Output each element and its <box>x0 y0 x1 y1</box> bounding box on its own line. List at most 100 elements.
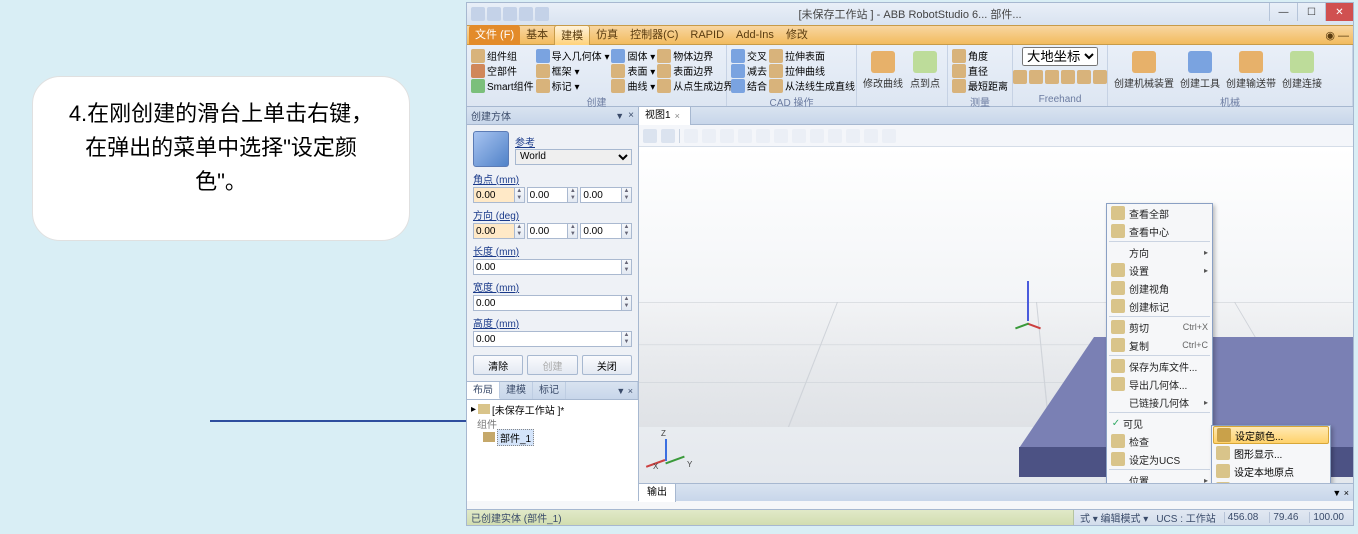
orient-y-input[interactable] <box>528 224 568 238</box>
create-button[interactable]: 创建 <box>527 355 577 375</box>
freehand-icon[interactable] <box>1077 70 1091 84</box>
orient-x-input[interactable] <box>474 224 514 238</box>
file-tab[interactable]: 文件 (F) <box>469 25 520 45</box>
tab-addins[interactable]: Add-Ins <box>730 25 780 45</box>
btn-smart-component[interactable]: Smart组件 <box>471 78 534 93</box>
btn-surface-edge[interactable]: 表面边界 <box>657 63 733 78</box>
btn-body-edge[interactable]: 物体边界 <box>657 48 733 63</box>
btn-intersect[interactable]: 交叉 <box>731 48 767 63</box>
qat-icon[interactable] <box>487 7 501 21</box>
submenu-item[interactable]: 设定颜色... <box>1213 426 1329 444</box>
freehand-icon[interactable] <box>1093 70 1107 84</box>
ctx-item[interactable]: 导出几何体... <box>1107 375 1212 393</box>
ctx-item[interactable]: 创建标记 <box>1107 297 1212 315</box>
btn-create-conveyor[interactable]: 创建输送带 <box>1224 47 1278 93</box>
length-input[interactable] <box>474 260 621 274</box>
btn-subtract[interactable]: 减去 <box>731 63 767 78</box>
ribbon-help-icon[interactable]: ◉ — <box>1321 29 1353 42</box>
btn-curve[interactable]: 曲线 ▾ <box>611 78 655 93</box>
pane-dropdown-icon[interactable]: ▼ <box>615 111 624 121</box>
btn-modify-curve[interactable]: 修改曲线 <box>861 47 905 93</box>
submenu-item[interactable]: 删除CAD几何体 (G) <box>1212 480 1330 483</box>
btn-create-link[interactable]: 创建连接 <box>1280 47 1324 93</box>
height-input[interactable] <box>474 332 621 346</box>
view-tab-close-icon[interactable]: × <box>675 107 680 125</box>
btn-import-geom[interactable]: 导入几何体 ▾ <box>536 48 610 63</box>
minimize-button[interactable]: — <box>1269 3 1297 21</box>
close-button[interactable]: ✕ <box>1325 3 1353 21</box>
view-tool-icon[interactable] <box>661 129 675 143</box>
btn-frame[interactable]: 框架 ▾ <box>536 63 610 78</box>
corner-y-input[interactable] <box>528 188 568 202</box>
tab-layout[interactable]: 布局 <box>467 382 500 399</box>
ctx-item[interactable]: 位置▸ <box>1107 471 1212 483</box>
ctx-item[interactable]: 复制Ctrl+C <box>1107 336 1212 354</box>
width-input[interactable] <box>474 296 621 310</box>
tree-root[interactable]: [未保存工作站 ]* <box>492 402 564 417</box>
tree-dropdown-icon[interactable]: ▼ × <box>612 382 638 399</box>
ctx-item[interactable]: 设定为UCS <box>1107 450 1212 468</box>
btn-empty-part[interactable]: 空部件 <box>471 63 534 78</box>
view-tool-icon[interactable] <box>643 129 657 143</box>
btn-point-to-point[interactable]: 点到点 <box>907 47 943 93</box>
view-tool-icon[interactable] <box>756 129 770 143</box>
btn-line-from-normal[interactable]: 从法线生成直线 <box>769 78 855 93</box>
view-tool-icon[interactable] <box>720 129 734 143</box>
reference-select[interactable]: World <box>515 149 632 165</box>
tab-modeling-tree[interactable]: 建模 <box>500 382 533 399</box>
ctx-item[interactable]: 已链接几何体▸ <box>1107 393 1212 411</box>
freehand-icon[interactable] <box>1013 70 1027 84</box>
view-tool-icon[interactable] <box>792 129 806 143</box>
output-tab[interactable]: 输出 <box>639 484 676 502</box>
ctx-item[interactable]: 查看全部 <box>1107 204 1212 222</box>
qat-icon[interactable] <box>519 7 533 21</box>
view-tab[interactable]: 视图1× <box>639 107 691 125</box>
btn-create-mechanism[interactable]: 创建机械装置 <box>1112 47 1176 93</box>
orient-z-input[interactable] <box>581 224 621 238</box>
modify-submenu[interactable]: 设定颜色...图形显示...设定本地原点删除CAD几何体 (G)外观损坏删除内部… <box>1211 425 1331 483</box>
submenu-item[interactable]: 图形显示... <box>1212 444 1330 462</box>
3d-viewport[interactable]: Z Y X 查看全部查看中心方向▸设置▸创建视角创建标记剪切Ctrl+X复制Ct… <box>639 147 1353 483</box>
tree-body[interactable]: ▸[未保存工作站 ]* 组件 部件_1 <box>467 400 638 501</box>
qat-icon[interactable] <box>503 7 517 21</box>
corner-x-input[interactable] <box>474 188 514 202</box>
btn-min-dist[interactable]: 最短距离 <box>952 78 1008 93</box>
ctx-item[interactable]: 创建视角 <box>1107 279 1212 297</box>
btn-diameter[interactable]: 直径 <box>952 63 1008 78</box>
ctx-item[interactable]: 设置▸ <box>1107 261 1212 279</box>
btn-extrude-curve[interactable]: 拉伸曲线 <box>769 63 855 78</box>
context-menu[interactable]: 查看全部查看中心方向▸设置▸创建视角创建标记剪切Ctrl+X复制Ctrl+C保存… <box>1106 203 1213 483</box>
tab-rapid[interactable]: RAPID <box>684 25 730 45</box>
view-tool-icon[interactable] <box>774 129 788 143</box>
quick-access-toolbar[interactable] <box>471 7 549 21</box>
btn-tag[interactable]: 标记 ▾ <box>536 78 610 93</box>
ctx-item[interactable]: ✓可见 <box>1107 414 1212 432</box>
view-tool-icon[interactable] <box>810 129 824 143</box>
btn-union[interactable]: 结合 <box>731 78 767 93</box>
tab-tags[interactable]: 标记 <box>533 382 566 399</box>
freehand-icon[interactable] <box>1061 70 1075 84</box>
tab-controller[interactable]: 控制器(C) <box>624 25 684 45</box>
ctx-item[interactable]: 检查 <box>1107 432 1212 450</box>
btn-component-group[interactable]: 组件组 <box>471 48 534 63</box>
close-panel-button[interactable]: 关闭 <box>582 355 632 375</box>
tab-modify[interactable]: 修改 <box>780 25 814 45</box>
maximize-button[interactable]: ☐ <box>1297 3 1325 21</box>
tree-item-part[interactable]: 部件_1 <box>497 429 534 446</box>
view-tool-icon[interactable] <box>738 129 752 143</box>
clear-button[interactable]: 清除 <box>473 355 523 375</box>
freehand-icon[interactable] <box>1045 70 1059 84</box>
view-tool-icon[interactable] <box>846 129 860 143</box>
qat-icon[interactable] <box>535 7 549 21</box>
view-tool-icon[interactable] <box>828 129 842 143</box>
pane-close-icon[interactable]: × <box>628 110 634 121</box>
output-dropdown-icon[interactable]: ▼ × <box>1328 488 1353 498</box>
tab-basic[interactable]: 基本 <box>520 25 554 45</box>
ctx-item[interactable]: 方向▸ <box>1107 243 1212 261</box>
view-tool-icon[interactable] <box>864 129 878 143</box>
submenu-item[interactable]: 设定本地原点 <box>1212 462 1330 480</box>
status-mode[interactable]: 式 ▾ 编辑模式 ▾ <box>1080 510 1148 525</box>
btn-edge-from-pts[interactable]: 从点生成边界 <box>657 78 733 93</box>
coord-select[interactable]: 大地坐标 <box>1022 47 1098 66</box>
btn-extrude-surf[interactable]: 拉伸表面 <box>769 48 855 63</box>
